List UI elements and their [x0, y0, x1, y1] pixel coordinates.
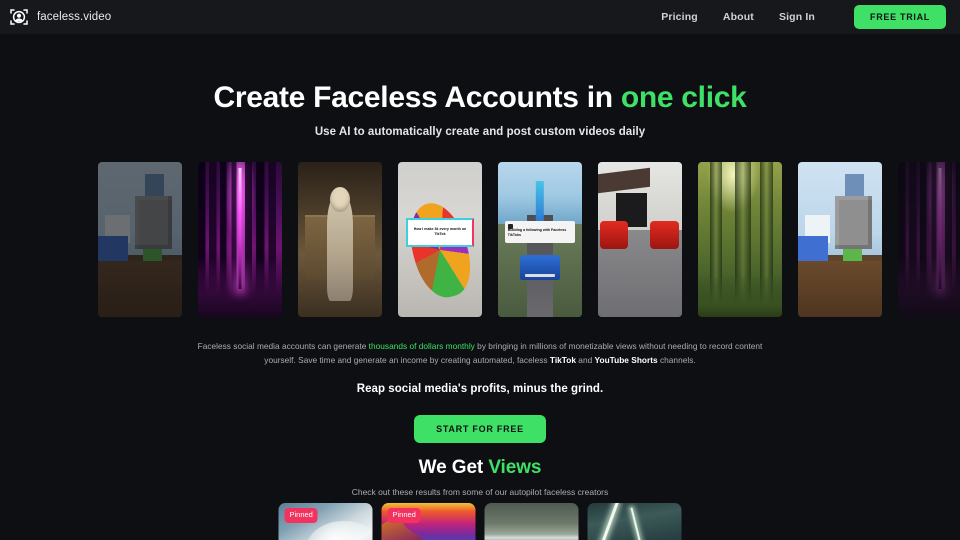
status-badge: Pinned — [284, 508, 318, 523]
main-nav: Pricing About Sign In FREE TRIAL — [661, 5, 946, 29]
result-thumbnail[interactable]: Pinned — [381, 503, 476, 540]
lede-highlight: thousands of dollars monthly — [368, 341, 475, 351]
carousel-item[interactable] — [298, 162, 382, 317]
thumbnail-art — [798, 162, 882, 317]
hero-body-copy: Faceless social media accounts can gener… — [190, 340, 770, 444]
video-carousel[interactable]: How I make 3k every month on TikTok Buil… — [0, 162, 960, 317]
carousel-item[interactable] — [698, 162, 782, 317]
cta-container: START FOR FREE — [190, 415, 770, 444]
start-for-free-button[interactable]: START FOR FREE — [414, 415, 546, 444]
hero-section: Create Faceless Accounts in one click Us… — [0, 34, 960, 138]
thumbnail-art — [587, 503, 682, 540]
thumbnail-art — [598, 162, 682, 317]
results-thumbnail-row: Pinned Pinned — [278, 503, 682, 540]
result-thumbnail[interactable]: Pinned — [278, 503, 373, 540]
carousel-item[interactable] — [898, 162, 960, 317]
landing-page: faceless.video Pricing About Sign In FRE… — [0, 0, 960, 540]
views-section: We Get Views Check out these results fro… — [0, 457, 960, 497]
thumbnail-art — [98, 162, 182, 317]
carousel-track: How I make 3k every month on TikTok Buil… — [98, 162, 960, 317]
views-subheading: Check out these results from some of our… — [351, 487, 609, 497]
brand-name: faceless.video — [37, 11, 112, 23]
lede-bold-shorts: YouTube Shorts — [594, 354, 658, 365]
carousel-item[interactable] — [798, 162, 882, 317]
thumbnail-art — [698, 162, 782, 317]
views-heading-accent: Views — [488, 457, 542, 478]
tagline: Reap social media's profits, minus the g… — [356, 383, 604, 396]
result-thumbnail[interactable] — [587, 503, 682, 540]
lede-part-4: channels. — [657, 354, 696, 365]
carousel-caption: How I make 3k every month on TikTok — [406, 217, 474, 247]
hero-subheading: Use AI to automatically create and post … — [314, 125, 646, 138]
free-trial-button[interactable]: FREE TRIAL — [854, 5, 946, 29]
carousel-caption: Building a following with Faceless TikTo… — [507, 227, 567, 238]
hero-heading-accent: one click — [620, 81, 747, 114]
carousel-item[interactable]: How I make 3k every month on TikTok — [398, 162, 482, 317]
carousel-item[interactable]: Building a following with Faceless TikTo… — [498, 162, 582, 317]
lede-part-1: Faceless social media accounts can gener… — [197, 341, 369, 351]
thumbnail-art: Building a following with Faceless TikTo… — [498, 162, 582, 317]
thumbnail-art: How I make 3k every month on TikTok — [398, 162, 482, 317]
thumbnail-art — [484, 503, 579, 540]
lede-part-3: and — [575, 354, 595, 365]
result-thumbnail[interactable] — [484, 503, 579, 540]
thumbnail-art — [198, 162, 282, 317]
nav-link-about[interactable]: About — [723, 11, 754, 23]
lede-paragraph: Faceless social media accounts can gener… — [190, 340, 770, 367]
lede-bold-tiktok: TikTok — [549, 354, 576, 365]
views-heading: We Get Views — [0, 457, 960, 479]
thumbnail-art — [298, 162, 382, 317]
carousel-item[interactable] — [598, 162, 682, 317]
site-header: faceless.video Pricing About Sign In FRE… — [0, 0, 960, 34]
face-in-viewfinder-icon — [9, 7, 29, 27]
thumbnail-art — [898, 162, 960, 317]
carousel-item[interactable] — [198, 162, 282, 317]
status-badge: Pinned — [387, 508, 421, 523]
brand-logo[interactable]: faceless.video — [9, 7, 111, 27]
carousel-item[interactable] — [98, 162, 182, 317]
views-heading-plain: We Get — [418, 457, 489, 478]
hero-heading-plain: Create Faceless Accounts in — [213, 81, 621, 114]
nav-link-signin[interactable]: Sign In — [779, 11, 815, 23]
nav-link-pricing[interactable]: Pricing — [661, 11, 698, 23]
page-title: Create Faceless Accounts in one click — [0, 81, 960, 115]
